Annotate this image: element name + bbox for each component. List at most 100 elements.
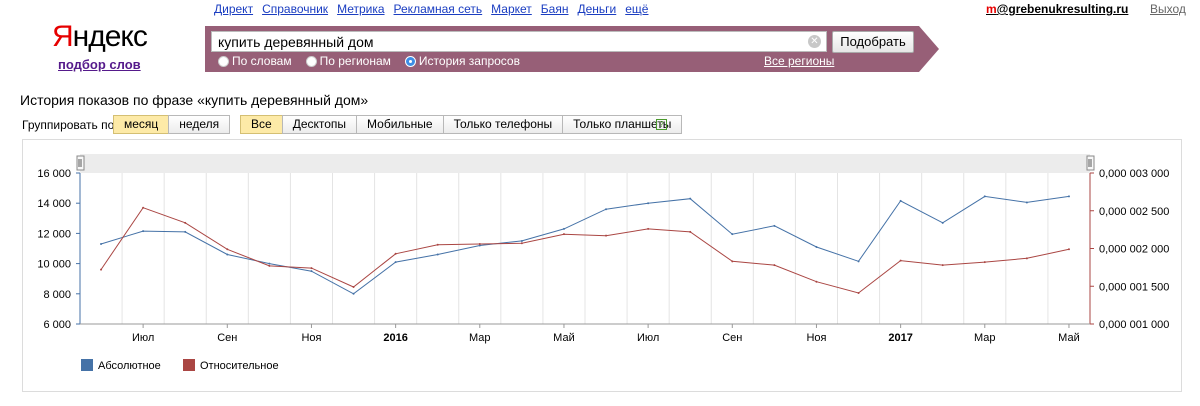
x-tick-label: Мар [974, 332, 996, 344]
regions-link[interactable]: Все регионы [764, 54, 834, 68]
series-1-point [226, 248, 229, 251]
device-button-3[interactable]: Только телефоны [442, 115, 564, 134]
nav-link-4[interactable]: Маркет [491, 2, 532, 16]
series-1-point [478, 242, 481, 245]
right-tick-label: 0,000 003 000 [1099, 168, 1169, 180]
history-chart: 6 000 8 000 10 000 12 000 14 000 16 000 0,000 … [37, 154, 1169, 372]
group-button-0[interactable]: месяц [113, 115, 170, 134]
series-1-point [100, 268, 103, 271]
search-button[interactable]: Подобрать [832, 31, 914, 53]
legend-label-0: Абсолютное [98, 360, 161, 372]
search-mode-radio-1[interactable]: По регионам [305, 54, 391, 68]
left-tick-label: 8 000 [43, 289, 71, 301]
radio-dot [218, 55, 229, 67]
group-label: Группировать по: [22, 118, 118, 132]
group-button-1[interactable]: неделя [168, 115, 231, 134]
help-icon[interactable]: ? [656, 119, 667, 130]
left-tick-label: 10 000 [37, 259, 71, 271]
series-0-point [184, 230, 187, 233]
x-tick-label: Май [1058, 332, 1080, 344]
series-0-point [1025, 201, 1028, 204]
radio-dot [404, 55, 416, 67]
user-rest: @grebenukresulting.ru [996, 2, 1129, 16]
yandex-logo[interactable]: Яндекс [52, 20, 148, 54]
series-0-point [731, 233, 734, 236]
series-0-point [983, 195, 986, 198]
x-tick-label: 2017 [888, 332, 912, 344]
series-1-point [142, 206, 145, 209]
user-login[interactable]: m@grebenukresulting.ru [986, 2, 1128, 16]
clear-icon[interactable]: ✕ [808, 35, 821, 48]
series-0-point [268, 262, 271, 265]
series-0-point [773, 224, 776, 227]
left-tick-label: 6 000 [43, 319, 71, 331]
series-0-point [689, 197, 692, 200]
device-button-0[interactable]: Все [240, 115, 283, 134]
x-tick-label: Мар [469, 332, 491, 344]
nav-link-2[interactable]: Метрика [337, 2, 384, 16]
series-0-point [100, 242, 103, 245]
series-0-point [352, 292, 355, 295]
nav-link-5[interactable]: Баян [541, 2, 569, 16]
logo-rest: ндекс [72, 20, 148, 53]
series-1-point [352, 286, 355, 289]
series-0-point [815, 245, 818, 248]
series-0-point [142, 230, 145, 233]
left-tick-label: 12 000 [37, 228, 71, 240]
series-1-point [1025, 257, 1028, 260]
search-input[interactable] [211, 31, 827, 52]
radio-label: История запросов [418, 54, 520, 68]
series-1-point [184, 221, 187, 224]
series-1-point [605, 234, 608, 237]
x-tick-label: Сен [722, 332, 742, 344]
legend-label-1: Относительное [200, 360, 279, 372]
nav-link-7[interactable]: ещё [625, 2, 648, 16]
nav-link-6[interactable]: Деньги [577, 2, 616, 16]
page-title: История показов по фразе «купить деревян… [20, 92, 369, 108]
x-tick-label: Июл [637, 332, 659, 344]
series-0-point [647, 202, 650, 205]
series-1-point [310, 267, 313, 270]
top-nav: Директ Справочник Метрика Рекламная сеть Мар… [214, 2, 657, 16]
series-0-point [310, 270, 313, 273]
logo-first-letter: Я [52, 20, 74, 53]
nav-link-3[interactable]: Рекламная сеть [394, 2, 483, 16]
series-1-point [562, 233, 565, 236]
device-button-2[interactable]: Мобильные [356, 115, 444, 134]
x-tick-label: 2016 [383, 332, 407, 344]
chart-frame: 6 000 8 000 10 000 12 000 14 000 16 000 0,000 … [22, 139, 1182, 392]
device-filter-buttons: Все Десктопы Мобильные Только телефоны Тольк… [240, 115, 683, 134]
series-1-point [1067, 248, 1070, 251]
series-0-point [226, 253, 229, 256]
series-0-point [899, 199, 902, 202]
series-1-point [436, 243, 439, 246]
x-tick-label: Ноя [806, 332, 826, 344]
series-0-point [394, 261, 397, 264]
navigator-band [80, 154, 1090, 173]
wordstat-link[interactable]: подбор слов [58, 57, 141, 72]
series-1-point [941, 264, 944, 267]
series-1-point [647, 227, 650, 230]
search-mode-radio-2[interactable]: История запросов [404, 54, 520, 68]
series-1-point [689, 230, 692, 233]
x-tick-label: Ноя [301, 332, 321, 344]
search-bar-arrow [919, 26, 939, 72]
series-0-point [1067, 195, 1070, 198]
series-1-point [857, 292, 860, 295]
x-tick-label: Сен [217, 332, 237, 344]
group-by-buttons: месяц неделя [113, 115, 231, 134]
search-mode-radio-0[interactable]: По словам [218, 54, 292, 68]
nav-link-1[interactable]: Справочник [262, 2, 328, 16]
right-tick-label: 0,000 002 500 [1099, 206, 1169, 218]
nav-link-0[interactable]: Директ [214, 2, 253, 16]
device-button-1[interactable]: Десктопы [281, 115, 358, 134]
series-0-point [941, 221, 944, 224]
radio-label: По словам [232, 54, 292, 68]
x-tick-label: Июл [132, 332, 154, 344]
right-tick-label: 0,000 001 000 [1099, 319, 1169, 331]
user-first-letter: m [986, 2, 997, 16]
logout-link[interactable]: Выход [1150, 2, 1186, 16]
right-tick-label: 0,000 002 000 [1099, 244, 1169, 256]
legend-swatch-0 [81, 359, 93, 371]
series-1-point [394, 252, 397, 255]
